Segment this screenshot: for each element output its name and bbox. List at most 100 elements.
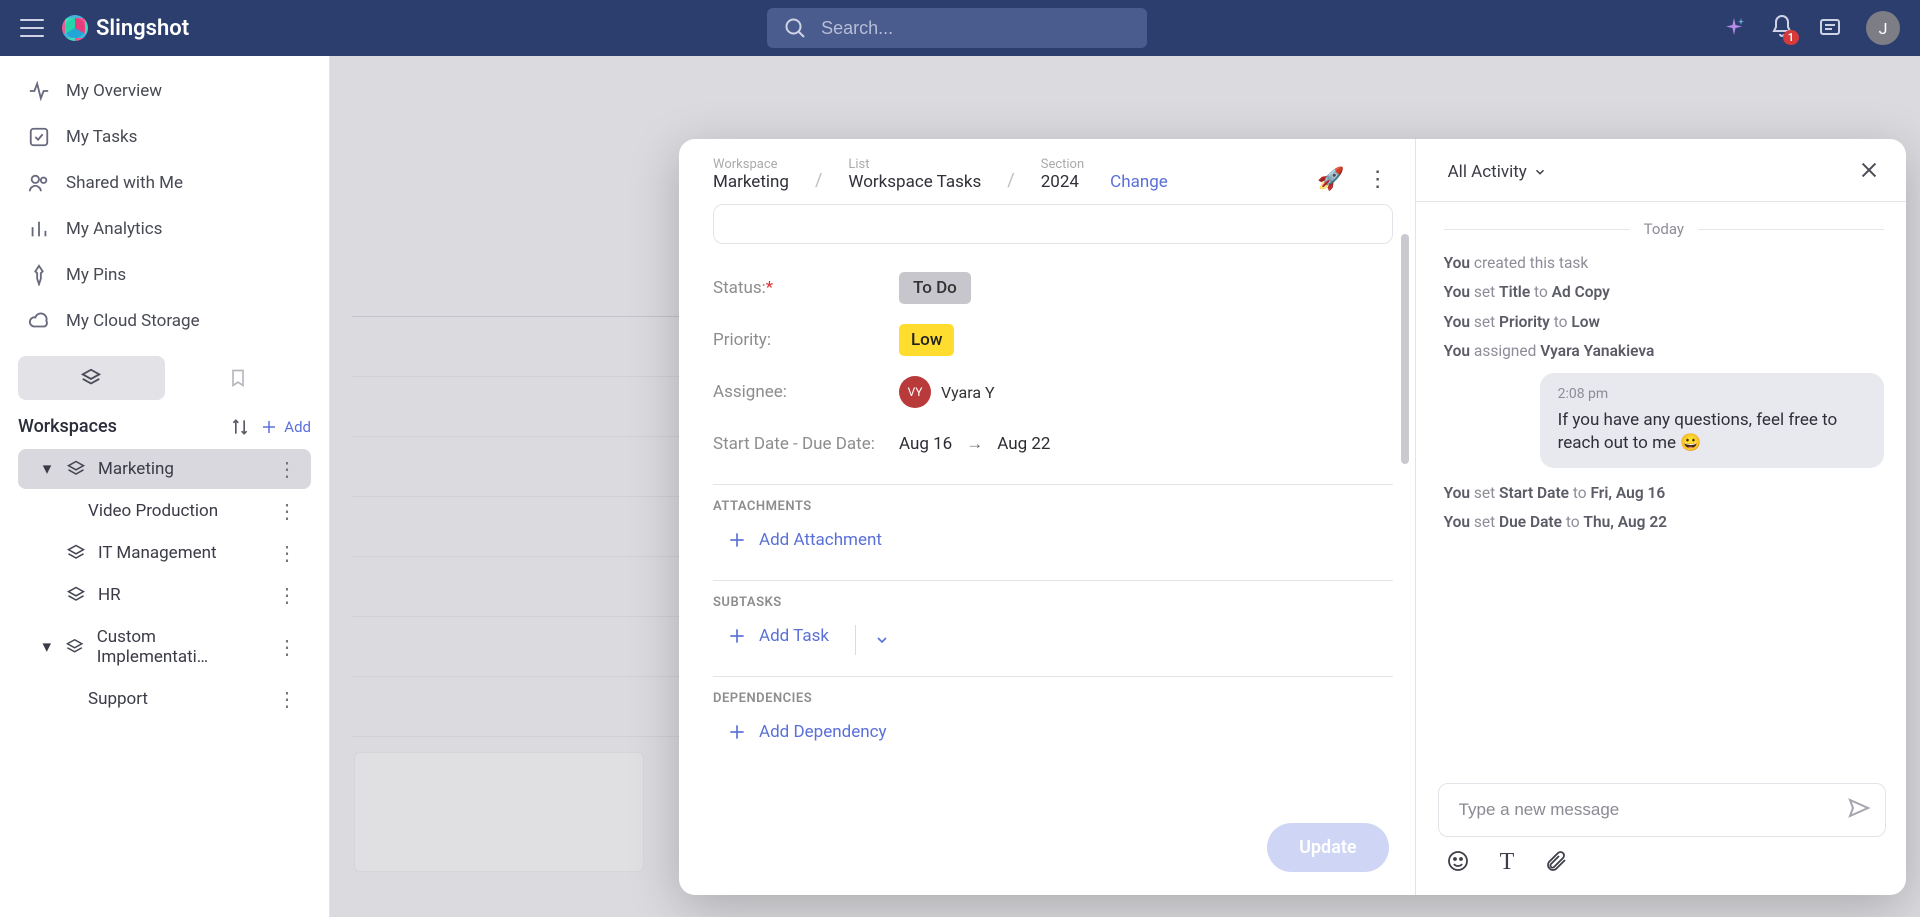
add-dependency-button[interactable]: Add Dependency xyxy=(713,714,1393,758)
workspace-label: IT Management xyxy=(98,543,217,563)
activity-filter-select[interactable]: All Activity xyxy=(1448,162,1547,182)
workspace-label: Video Production xyxy=(88,501,218,521)
chat-icon[interactable] xyxy=(1818,16,1842,40)
activity-log: You set Start Date to Fri, Aug 16 xyxy=(1444,482,1884,505)
chat-message: 2:08 pm If you have any questions, feel … xyxy=(1540,373,1884,468)
sort-icon[interactable] xyxy=(230,417,250,437)
message-input[interactable] xyxy=(1457,799,1847,821)
crumb-list-value[interactable]: Workspace Tasks xyxy=(848,172,981,192)
send-icon xyxy=(1847,796,1871,820)
nav-my-analytics[interactable]: My Analytics xyxy=(0,206,329,252)
nav-my-pins[interactable]: My Pins xyxy=(0,252,329,298)
required-icon: * xyxy=(766,278,773,298)
nav-label: My Tasks xyxy=(66,127,137,147)
nav-label: My Cloud Storage xyxy=(66,311,200,331)
logo-mark-icon xyxy=(62,15,88,41)
caret-down-icon: ▾ xyxy=(40,637,53,657)
format-button[interactable]: T xyxy=(1500,849,1515,877)
crumb-list-label: List xyxy=(848,157,981,172)
workspace-custom-implementation[interactable]: ▾ Custom Implementati… ⋮ xyxy=(18,617,311,677)
workspace-label: HR xyxy=(98,585,121,605)
add-workspace-button[interactable]: Add xyxy=(260,418,311,436)
scrollbar-thumb[interactable] xyxy=(1401,234,1409,464)
assignee-name: Vyara Y xyxy=(941,383,995,402)
workspace-video-production[interactable]: Video Production ⋮ xyxy=(18,491,311,531)
update-button[interactable]: Update xyxy=(1267,823,1388,872)
nav-label: My Analytics xyxy=(66,219,162,239)
attach-button[interactable] xyxy=(1544,849,1568,877)
close-button[interactable] xyxy=(1858,159,1880,185)
activity-log: You created this task xyxy=(1444,252,1884,275)
breadcrumb: Workspace Marketing / List Workspace Tas… xyxy=(679,139,1415,204)
layers-icon xyxy=(65,637,84,657)
chevron-down-icon xyxy=(1533,165,1547,179)
paperclip-icon xyxy=(1544,849,1568,873)
nav-my-tasks[interactable]: My Tasks xyxy=(0,114,329,160)
rocket-icon[interactable]: 🚀 xyxy=(1317,167,1344,192)
plus-icon xyxy=(727,626,747,646)
sparkle-icon[interactable] xyxy=(1722,16,1746,40)
message-input-wrap[interactable] xyxy=(1438,783,1886,837)
task-more-button[interactable]: ⋮ xyxy=(1367,167,1389,192)
message-time: 2:08 pm xyxy=(1558,385,1866,405)
notifications-button[interactable]: 1 xyxy=(1770,14,1794,42)
search-input[interactable] xyxy=(819,17,1131,40)
layers-icon xyxy=(80,367,102,389)
layers-icon xyxy=(66,543,86,563)
subtasks-heading: SUBTASKS xyxy=(713,595,1393,610)
pin-icon xyxy=(28,264,50,286)
sidebar: My Overview My Tasks Shared with Me My A… xyxy=(0,56,330,917)
crumb-workspace-value[interactable]: Marketing xyxy=(713,172,789,192)
app-name: Slingshot xyxy=(96,16,189,41)
nav-shared-with-me[interactable]: Shared with Me xyxy=(0,160,329,206)
search-field[interactable] xyxy=(767,8,1147,48)
workspace-support[interactable]: Support ⋮ xyxy=(18,679,311,719)
nav-label: My Pins xyxy=(66,265,126,285)
workspace-label: Support xyxy=(88,689,148,709)
app-logo[interactable]: Slingshot xyxy=(62,15,189,41)
status-select[interactable]: To Do xyxy=(899,272,971,304)
users-icon xyxy=(28,172,50,194)
change-location-button[interactable]: Change xyxy=(1110,172,1168,192)
crumb-workspace-label: Workspace xyxy=(713,157,789,172)
emoji-icon xyxy=(1446,849,1470,873)
message-text: If you have any questions, feel free to … xyxy=(1558,409,1866,457)
sidebar-tab-layers[interactable] xyxy=(18,356,165,400)
bar-chart-icon xyxy=(28,218,50,240)
assignee-select[interactable]: VY Vyara Y xyxy=(899,376,995,408)
start-date[interactable]: Aug 16 xyxy=(899,434,952,454)
activity-log: You set Priority to Low xyxy=(1444,311,1884,334)
add-subtask-button[interactable]: Add Task xyxy=(727,618,829,662)
nav-label: Shared with Me xyxy=(66,173,183,193)
subtask-dropdown-button[interactable] xyxy=(855,625,890,655)
workspace-marketing[interactable]: ▾ Marketing ⋮ xyxy=(18,449,311,489)
cloud-icon xyxy=(28,310,50,332)
task-detail-modal: Workspace Marketing / List Workspace Tas… xyxy=(679,139,1906,895)
emoji-button[interactable] xyxy=(1446,849,1470,877)
due-date[interactable]: Aug 22 xyxy=(997,434,1050,454)
layers-icon xyxy=(66,585,86,605)
user-avatar[interactable]: J xyxy=(1866,11,1900,45)
description-input[interactable] xyxy=(713,204,1393,244)
nav-my-cloud-storage[interactable]: My Cloud Storage xyxy=(0,298,329,344)
send-button[interactable] xyxy=(1847,796,1871,824)
nav-my-overview[interactable]: My Overview xyxy=(0,68,329,114)
priority-select[interactable]: Low xyxy=(899,324,954,356)
sidebar-tab-bookmarks[interactable] xyxy=(165,356,312,400)
menu-toggle-button[interactable] xyxy=(20,19,44,37)
workspace-hr[interactable]: HR ⋮ xyxy=(18,575,311,615)
add-attachment-button[interactable]: Add Attachment xyxy=(713,522,1393,566)
top-bar: Slingshot 1 J xyxy=(0,0,1920,56)
day-separator: Today xyxy=(1444,220,1884,238)
close-icon xyxy=(1858,159,1880,181)
notification-badge: 1 xyxy=(1783,30,1799,45)
check-square-icon xyxy=(28,126,50,148)
crumb-section-label: Section xyxy=(1041,157,1084,172)
crumb-section-value[interactable]: 2024 xyxy=(1041,172,1084,192)
workspace-it-management[interactable]: IT Management ⋮ xyxy=(18,533,311,573)
activity-log: You set Title to Ad Copy xyxy=(1444,281,1884,304)
scrollbar[interactable] xyxy=(1399,204,1409,609)
assignee-label: Assignee: xyxy=(713,382,899,402)
layers-icon xyxy=(66,459,86,479)
chevron-down-icon xyxy=(874,632,890,648)
